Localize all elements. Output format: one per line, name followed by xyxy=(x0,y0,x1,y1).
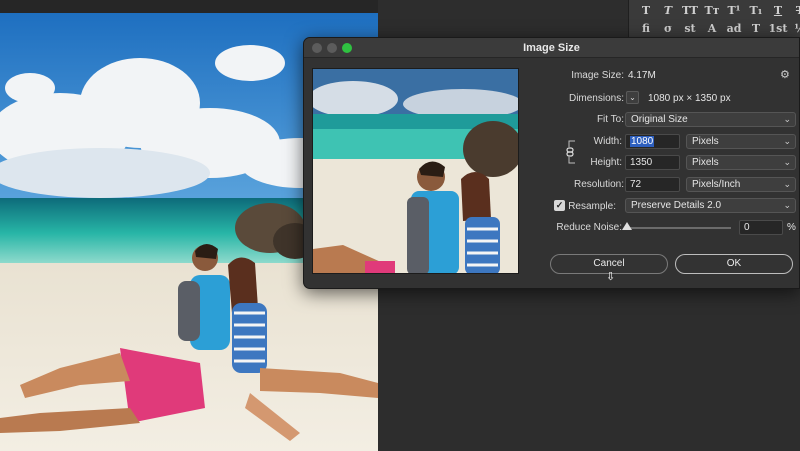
fit-to-select[interactable]: Original Size ⌄ xyxy=(625,112,796,127)
document-tab-bar xyxy=(0,0,378,13)
width-unit-value: Pixels xyxy=(692,136,719,147)
contextual-alternates-icon[interactable]: T xyxy=(745,22,767,35)
type-style-row-2: fi σ st A ad T 1st ½ xyxy=(635,22,800,35)
height-unit-select[interactable]: Pixels ⌄ xyxy=(686,155,796,170)
old-style-icon[interactable]: σ xyxy=(657,22,679,35)
strikethrough-icon[interactable]: T xyxy=(789,4,800,17)
gear-icon[interactable]: ⚙ xyxy=(780,68,790,81)
resolution-unit-select[interactable]: Pixels/Inch ⌄ xyxy=(686,177,796,192)
resolution-unit-value: Pixels/Inch xyxy=(692,179,741,190)
fit-to-value: Original Size xyxy=(631,114,688,125)
resolution-label: Resolution: xyxy=(573,179,624,190)
faux-italic-icon[interactable]: T xyxy=(657,4,679,17)
faux-bold-icon[interactable]: T xyxy=(635,4,657,17)
resample-select[interactable]: Preserve Details 2.0 ⌄ xyxy=(625,198,796,213)
resolution-input[interactable]: 72 xyxy=(625,177,680,192)
image-size-dialog: Image Size Image Size: 4.17M ⚙ Dimension… xyxy=(303,37,800,289)
chevron-down-icon: ⌄ xyxy=(783,200,791,210)
chevron-down-icon: ⌄ xyxy=(783,114,791,124)
small-caps-icon[interactable]: Tт xyxy=(701,4,723,17)
swash-icon[interactable]: st xyxy=(679,22,701,35)
all-caps-icon[interactable]: TT xyxy=(679,4,701,17)
dialog-titlebar[interactable]: Image Size xyxy=(304,38,799,58)
width-unit-select[interactable]: Pixels ⌄ xyxy=(686,134,796,149)
height-value: 1350 xyxy=(630,157,653,168)
chevron-down-icon: ⌄ xyxy=(783,179,791,189)
photoshop-workspace: T T TT Tт T¹ T₁ T T fi σ st A ad T 1st ½… xyxy=(0,0,800,451)
image-size-label: Image Size: xyxy=(571,70,624,81)
fractions-icon[interactable]: ½ xyxy=(789,22,800,35)
superscript-icon[interactable]: T¹ xyxy=(723,4,745,17)
reduce-noise-slider-thumb[interactable] xyxy=(622,222,632,230)
titling-alternates-icon[interactable]: ad xyxy=(723,22,745,35)
dimensions-value: 1080 px × 1350 px xyxy=(648,93,731,104)
underline-icon[interactable]: T xyxy=(767,4,789,17)
type-style-row-1: T T TT Tт T¹ T₁ T T xyxy=(635,4,800,17)
reduce-noise-slider-track[interactable] xyxy=(626,227,731,229)
chevron-down-icon: ⌄ xyxy=(629,93,636,102)
reduce-noise-label: Reduce Noise: xyxy=(556,222,622,233)
width-label: Width: xyxy=(593,136,622,147)
reduce-noise-unit: % xyxy=(787,222,796,233)
chevron-down-icon: ⌄ xyxy=(783,136,791,146)
dialog-title: Image Size xyxy=(523,42,580,54)
fit-to-label: Fit To: xyxy=(596,114,624,125)
subscript-icon[interactable]: T₁ xyxy=(745,4,767,17)
width-value: 1080 xyxy=(630,136,655,147)
image-preview[interactable] xyxy=(312,68,519,274)
height-unit-value: Pixels xyxy=(692,157,719,168)
preview-photo xyxy=(313,69,518,273)
reduce-noise-input[interactable]: 0 xyxy=(739,220,783,235)
ordinals-icon[interactable]: 1st xyxy=(767,22,789,35)
resample-label: Resample: xyxy=(568,201,616,212)
dimensions-label: Dimensions: xyxy=(568,93,624,104)
height-label: Height: xyxy=(590,157,622,168)
height-input[interactable]: 1350 xyxy=(625,155,680,170)
chevron-down-icon: ⌄ xyxy=(783,157,791,167)
mouse-cursor-icon: ⇩ xyxy=(606,271,616,283)
dimensions-unit-dropdown[interactable]: ⌄ xyxy=(626,91,639,104)
resample-value: Preserve Details 2.0 xyxy=(631,200,722,211)
ok-button[interactable]: OK xyxy=(675,254,793,274)
reduce-noise-value: 0 xyxy=(744,222,750,233)
width-input[interactable]: 1080 xyxy=(625,134,680,149)
resolution-value: 72 xyxy=(630,179,642,190)
ligature-icon[interactable]: fi xyxy=(635,22,657,35)
image-size-value: 4.17M xyxy=(628,70,656,81)
stylistic-alternates-icon[interactable]: A xyxy=(701,22,723,35)
